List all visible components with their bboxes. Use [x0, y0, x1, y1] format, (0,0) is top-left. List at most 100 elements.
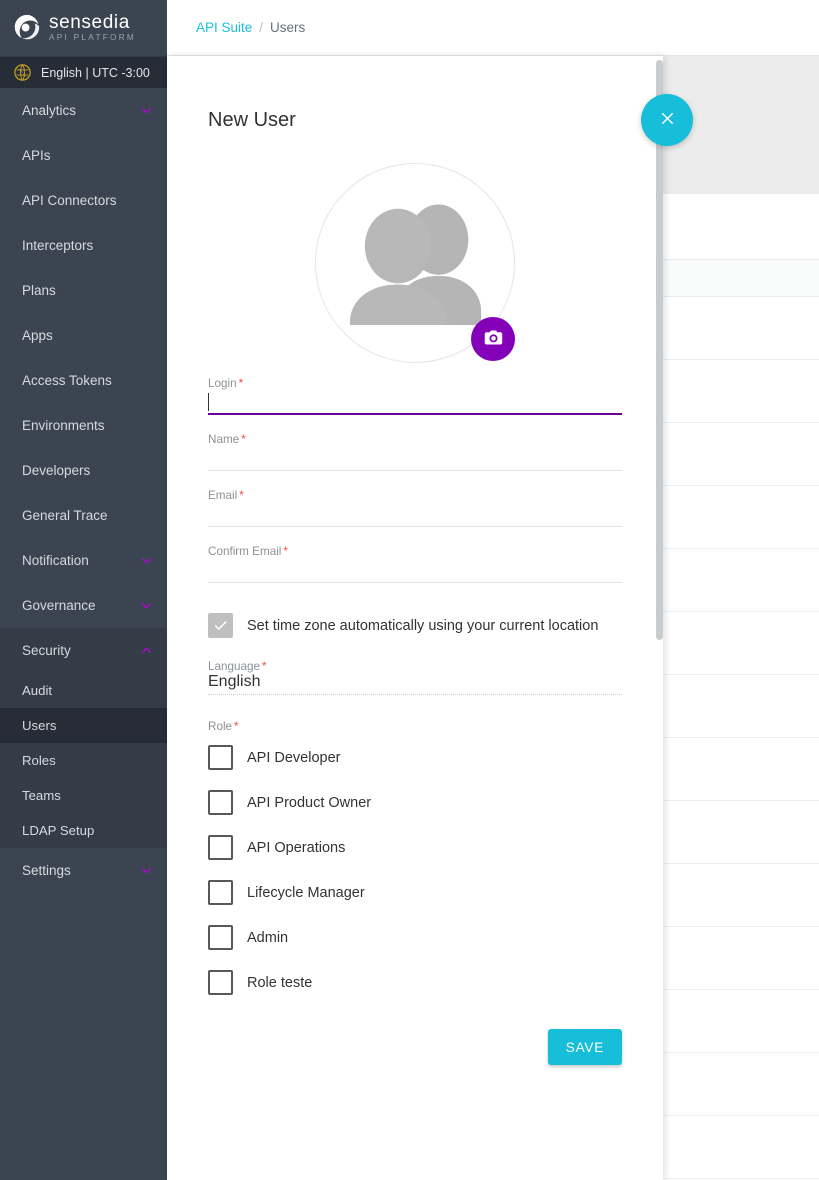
role-checkbox[interactable] [208, 925, 233, 950]
role-required-mark: * [234, 721, 238, 733]
language-timezone-label: English | UTC -3:00 [41, 66, 150, 80]
timezone-auto-checkbox[interactable] [208, 613, 233, 638]
sidebar-item-label: Security [22, 643, 71, 658]
sidebar-item-label: API Connectors [22, 193, 117, 208]
login-input[interactable] [208, 390, 622, 415]
role-option[interactable]: Admin [208, 915, 622, 960]
field-input-wrapper [208, 502, 622, 527]
field-label: Confirm Email* [208, 545, 622, 558]
new-user-modal-scroll: New User [167, 56, 663, 1180]
language-required-mark: * [262, 661, 266, 673]
sidebar-nav: Analytics APIs API Connectors Interceptors P… [0, 88, 167, 893]
language-field[interactable]: Language* English [208, 660, 622, 695]
modal-scrollbar-thumb[interactable] [656, 60, 663, 640]
field-label-text: Email [208, 489, 237, 502]
field-required-mark: * [241, 434, 245, 446]
globe-icon [14, 64, 31, 81]
confirm-email-field: Confirm Email* [208, 545, 622, 583]
field-input-wrapper [208, 446, 622, 471]
field-label-text: Confirm Email [208, 545, 281, 558]
role-option[interactable]: API Product Owner [208, 780, 622, 825]
timezone-auto-row[interactable]: Set time zone automatically using your c… [208, 613, 622, 638]
role-checkbox[interactable] [208, 790, 233, 815]
sidebar-item-label: Environments [22, 418, 105, 433]
breadcrumb-current: Users [270, 20, 305, 35]
avatar-camera-button[interactable] [471, 317, 515, 361]
modal-scrollbar[interactable] [656, 56, 663, 1180]
field-label-text: Name [208, 433, 239, 446]
users-avatar-icon [340, 197, 490, 330]
close-modal-button[interactable] [641, 94, 693, 146]
language-field-label: Language* [208, 660, 622, 673]
role-group: Role* API Developer API Product Owner API … [208, 717, 622, 1005]
sidebar-item-label: APIs [22, 148, 51, 163]
field-input-wrapper [208, 558, 622, 583]
new-user-modal: New User [167, 56, 663, 1180]
role-checkbox[interactable] [208, 835, 233, 860]
chevron-down-icon [140, 554, 153, 567]
text-caret [208, 393, 209, 411]
sidebar-item-label: Roles [22, 753, 56, 768]
save-button[interactable]: SAVE [548, 1029, 622, 1065]
sidebar-item-apps[interactable]: Apps [0, 313, 167, 358]
sidebar-item-label: Interceptors [22, 238, 93, 253]
role-label-text: Role [208, 720, 232, 733]
field-required-mark: * [239, 378, 243, 390]
sidebar-item-interceptors[interactable]: Interceptors [0, 223, 167, 268]
close-icon [658, 109, 677, 131]
sidebar-item-settings[interactable]: Settings [0, 848, 167, 893]
sidebar-item-access-tokens[interactable]: Access Tokens [0, 358, 167, 403]
role-option[interactable]: API Operations [208, 825, 622, 870]
language-select[interactable]: English [208, 673, 622, 695]
sidebar-item-label: Users [22, 718, 56, 733]
sidebar-item-ldap-setup[interactable]: LDAP Setup [0, 813, 167, 848]
sidebar-item-users[interactable]: Users [0, 708, 167, 743]
sidebar-item-security[interactable]: Security [0, 628, 167, 673]
sidebar-item-developers[interactable]: Developers [0, 448, 167, 493]
sidebar-item-audit[interactable]: Audit [0, 673, 167, 708]
role-option[interactable]: API Developer [208, 735, 622, 780]
field-label-text: Login [208, 377, 237, 390]
role-option-label: API Product Owner [247, 795, 371, 811]
name-input[interactable] [208, 446, 622, 471]
role-option[interactable]: Lifecycle Manager [208, 870, 622, 915]
sidebar-item-environments[interactable]: Environments [0, 403, 167, 448]
modal-title: New User [208, 109, 622, 132]
sidebar-item-analytics[interactable]: Analytics [0, 88, 167, 133]
sidebar-item-label: Access Tokens [22, 373, 112, 388]
sidebar-item-apis[interactable]: APIs [0, 133, 167, 178]
sidebar-item-label: Notification [22, 553, 89, 568]
role-checkbox[interactable] [208, 880, 233, 905]
role-checkbox[interactable] [208, 970, 233, 995]
role-checkbox[interactable] [208, 745, 233, 770]
sidebar-item-label: Plans [22, 283, 56, 298]
sidebar-item-general-trace[interactable]: General Trace [0, 493, 167, 538]
sidebar-item-label: Developers [22, 463, 90, 478]
sidebar-item-notification[interactable]: Notification [0, 538, 167, 583]
sidebar-item-teams[interactable]: Teams [0, 778, 167, 813]
field-required-mark: * [239, 490, 243, 502]
chevron-down-icon [140, 104, 153, 117]
sidebar-item-api-connectors[interactable]: API Connectors [0, 178, 167, 223]
sidebar-item-label: Teams [22, 788, 61, 803]
field-label: Login* [208, 377, 622, 390]
field-input-wrapper [208, 390, 622, 415]
modal-actions: SAVE [208, 1029, 622, 1115]
sidebar-item-label: Apps [22, 328, 53, 343]
brand-subtitle: API PLATFORM [49, 34, 136, 42]
email-input[interactable] [208, 502, 622, 527]
field-required-mark: * [283, 546, 287, 558]
chevron-up-icon [140, 644, 153, 657]
sidebar-item-governance[interactable]: Governance [0, 583, 167, 628]
breadcrumb-root-link[interactable]: API Suite [196, 20, 252, 35]
role-option[interactable]: Role teste [208, 960, 622, 1005]
sidebar-item-plans[interactable]: Plans [0, 268, 167, 313]
sidebar-item-roles[interactable]: Roles [0, 743, 167, 778]
language-timezone-bar[interactable]: English | UTC -3:00 [0, 56, 167, 88]
role-option-label: API Developer [247, 750, 341, 766]
breadcrumb: API Suite / Users [167, 0, 819, 56]
confirm-email-input[interactable] [208, 558, 622, 583]
timezone-auto-label: Set time zone automatically using your c… [247, 618, 598, 634]
field-label: Email* [208, 489, 622, 502]
role-option-label: Lifecycle Manager [247, 885, 365, 901]
